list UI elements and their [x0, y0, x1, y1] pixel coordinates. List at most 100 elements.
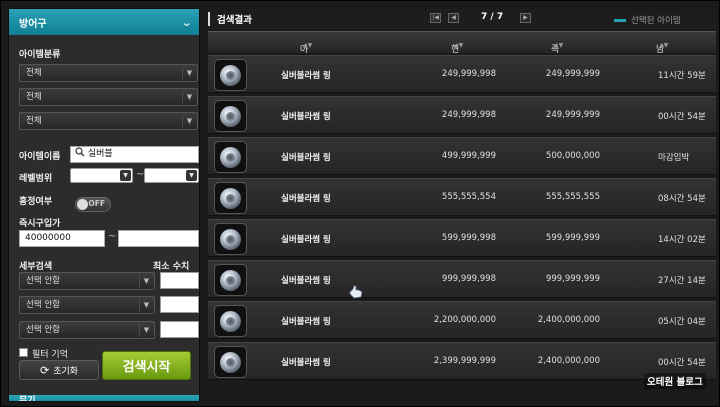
instant-price-cell: 2,400,000,000 [537, 356, 600, 366]
ring-item-icon [214, 264, 247, 296]
item-name-cell: 실버블라썸 링 [281, 153, 331, 163]
category-select-1[interactable]: 전체 ▼ [19, 64, 198, 82]
table-row[interactable]: 실버블라썸 링 2,200,000,000 2,400,000,000 05시간 04… [208, 301, 716, 339]
time-left-cell: 00시간 54분 [658, 112, 706, 122]
item-name-cell: 실버블라썸 링 [281, 317, 331, 327]
current-bid-cell: 999,999,998 [441, 274, 496, 284]
results-table-header: 아이템 이름▲▼ 현재 입찰가▲▼ 즉시구입가▲▼ 남은시간▲▼ [208, 31, 716, 107]
search-filter-panel: 방어구 ⌄ 아이템분류 전체 ▼ 전체 ▼ 전체 ▼ 아이템이름 실버블 레벨범위 ▼… [8, 8, 200, 402]
item-category-label: 아이템분류 [19, 50, 61, 60]
instant-price-dash: ~ [108, 231, 117, 242]
hand-cursor-icon [349, 285, 363, 299]
chevron-down-icon[interactable]: ⌄ [180, 17, 192, 28]
item-name-cell: 실버블라썸 링 [281, 71, 331, 81]
chevron-down-icon: ▼ [182, 90, 196, 104]
time-left-cell: 11시간 59분 [658, 71, 706, 81]
ring-item-icon [214, 59, 247, 91]
instant-price-min-input[interactable]: 40000000 [19, 230, 105, 247]
category-header[interactable]: 방어구 ⌄ [9, 9, 199, 35]
ring-item-icon [214, 305, 247, 337]
toggle-knob [77, 199, 88, 210]
bargain-toggle[interactable]: OFF [75, 197, 111, 212]
time-left-cell: 05시간 04분 [658, 317, 706, 327]
search-icon [75, 147, 85, 157]
ring-item-icon [214, 346, 247, 378]
current-bid-cell: 2,399,999,999 [433, 356, 496, 366]
time-left-cell: 00시간 54분 [658, 358, 706, 368]
level-max-select[interactable]: ▼ [144, 168, 199, 183]
instant-price-cell: 500,000,000 [545, 151, 600, 161]
ring-gem-icon [220, 311, 241, 332]
chevron-down-icon: ▼ [139, 298, 153, 312]
chevron-down-icon: ▼ [182, 114, 196, 128]
current-bid-cell: 555,555,554 [441, 192, 496, 202]
category-select-2[interactable]: 전체 ▼ [19, 88, 198, 106]
detail-select-2[interactable]: 선택 안함 ▼ [19, 296, 155, 314]
instant-price-label: 즉시구입가 [19, 219, 61, 229]
search-start-button[interactable]: 검색시작 [102, 351, 191, 380]
detail-select-3[interactable]: 선택 안함 ▼ [19, 321, 155, 339]
sort-icon: ▲▼ [303, 42, 313, 49]
ring-gem-icon [220, 65, 241, 86]
ring-gem-icon [220, 106, 241, 127]
current-bid-cell: 499,999,999 [441, 151, 496, 161]
current-bid-cell: 2,200,000,000 [433, 315, 496, 325]
item-name-value: 실버블 [87, 149, 113, 159]
reset-button[interactable]: ⟳ 초기화 [19, 360, 99, 380]
min-value-input-2[interactable] [160, 296, 199, 313]
table-row[interactable]: 실버블라썸 링 249,999,998 249,999,999 00시간 54분 [208, 96, 716, 134]
level-min-select[interactable]: ▼ [70, 168, 133, 183]
category-select-3[interactable]: 전체 ▼ [19, 112, 198, 130]
results-toolbar: 검색결과 |◀ ◀ 7 / 7 ▶ 선택된 아이템 [208, 9, 716, 29]
category-title: 방어구 [19, 18, 47, 30]
detail-select-1[interactable]: 선택 안함 ▼ [19, 272, 155, 290]
current-bid-cell: 249,999,998 [441, 69, 496, 79]
first-page-icon[interactable]: |◀ [430, 13, 441, 23]
time-left-cell: 14시간 02분 [658, 235, 706, 245]
current-bid-cell: 599,999,998 [441, 233, 496, 243]
search-results-panel: 검색결과 |◀ ◀ 7 / 7 ▶ 선택된 아이템 아이템 이름▲▼ 현재 입찰… [208, 9, 716, 402]
ring-gem-icon [220, 229, 241, 250]
item-name-cell: 실버블라썸 링 [281, 276, 331, 286]
min-value-input-3[interactable] [160, 321, 199, 338]
ring-item-icon [214, 100, 247, 132]
filter-memory-checkbox[interactable] [19, 348, 28, 357]
app-window: 방어구 ⌄ 아이템분류 전체 ▼ 전체 ▼ 전체 ▼ 아이템이름 실버블 레벨범위 ▼… [0, 0, 720, 407]
current-bid-cell: 249,999,998 [441, 110, 496, 120]
table-row[interactable]: 실버블라썸 링 555,555,554 555,555,555 08시간 54분 [208, 178, 716, 216]
table-row[interactable]: 실버블라썸 링 499,999,999 500,000,000 마감임박 [208, 137, 716, 175]
table-row[interactable]: 실버블라썸 링 999,999,998 999,999,999 27시간 14분 [208, 260, 716, 298]
bargain-toggle-state: OFF [88, 199, 105, 208]
item-name-input[interactable]: 실버블 [70, 146, 199, 163]
bargain-label: 흥정여부 [19, 197, 53, 207]
instant-price-cell: 2,400,000,000 [537, 315, 600, 325]
instant-price-cell: 555,555,555 [545, 192, 600, 202]
page-indicator: 7 / 7 [481, 12, 504, 22]
instant-price-cell: 599,999,999 [545, 233, 600, 243]
ring-gem-icon [220, 352, 241, 373]
chevron-down-icon: ▼ [182, 66, 196, 80]
chevron-down-icon: ▼ [120, 170, 131, 181]
min-value-input-1[interactable] [160, 272, 199, 289]
prev-page-icon[interactable]: ◀ [448, 13, 459, 23]
next-page-icon[interactable]: ▶ [520, 13, 531, 23]
item-name-cell: 실버블라썸 링 [281, 112, 331, 122]
instant-price-max-input[interactable] [118, 230, 199, 247]
instant-price-cell: 249,999,999 [545, 69, 600, 79]
ring-gem-icon [220, 188, 241, 209]
chevron-down-icon: ▼ [139, 274, 153, 288]
weapon-category-header[interactable]: 무기 [9, 395, 199, 401]
min-value-label: 최소 수치 [153, 262, 190, 272]
item-name-cell: 실버블라썸 링 [281, 358, 331, 368]
detail-search-label: 세부검색 [19, 262, 53, 272]
table-row[interactable]: 실버블라썸 링 599,999,998 599,999,999 14시간 02분 [208, 219, 716, 257]
selected-item-swatch [614, 19, 626, 22]
table-row[interactable]: 실버블라썸 링 249,999,998 249,999,999 11시간 59분 [208, 55, 716, 93]
sort-icon: ▲▼ [554, 42, 564, 49]
sort-icon: ▲▼ [454, 42, 464, 49]
item-name-label: 아이템이름 [19, 152, 61, 162]
ring-item-icon [214, 182, 247, 214]
table-row[interactable]: 실버블라썸 링 2,399,999,999 2,400,000,000 00시간 54… [208, 342, 716, 380]
ring-item-icon [214, 141, 247, 173]
ring-item-icon [214, 223, 247, 255]
